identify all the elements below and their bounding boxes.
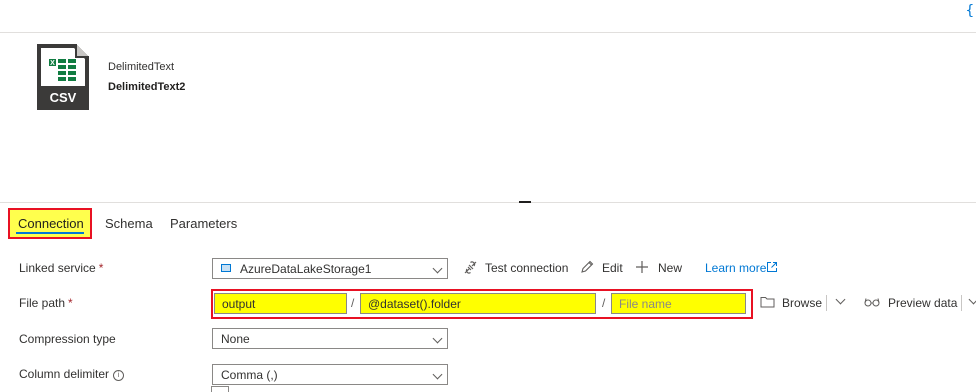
- divider: [961, 295, 962, 311]
- compression-type-dropdown[interactable]: None: [212, 328, 448, 349]
- path-separator: /: [351, 296, 355, 310]
- linked-service-label: Linked service *: [19, 261, 103, 275]
- column-delimiter-dropdown[interactable]: Comma (,): [212, 364, 448, 385]
- dataset-type: DelimitedText: [108, 61, 175, 73]
- panel-splitter: [0, 202, 976, 203]
- compression-type-value: None: [221, 332, 250, 346]
- info-icon[interactable]: i: [113, 370, 125, 381]
- csv-label: CSV: [50, 90, 77, 105]
- compression-type-label: Compression type: [19, 332, 116, 346]
- chevron-down-icon[interactable]: [968, 294, 976, 305]
- linked-service-value: AzureDataLakeStorage1: [240, 262, 372, 276]
- container-input[interactable]: output: [214, 293, 347, 314]
- plug-icon: [464, 261, 477, 274]
- plus-icon: [636, 261, 648, 273]
- tab-parameters[interactable]: Parameters: [170, 216, 237, 231]
- preview-data-button[interactable]: Preview data: [888, 296, 957, 310]
- chevron-down-icon: [432, 263, 443, 274]
- file-path-label: File path *: [19, 296, 73, 310]
- divider: [826, 295, 827, 311]
- file-name-input[interactable]: File name: [611, 293, 746, 314]
- glasses-icon: [864, 298, 880, 307]
- file-path-label-text: File path: [19, 296, 66, 310]
- path-separator: /: [602, 296, 606, 310]
- top-bar: {: [0, 0, 976, 33]
- chevron-down-icon[interactable]: [835, 294, 846, 305]
- linked-service-label-text: Linked service: [19, 261, 96, 275]
- tab-connection[interactable]: Connection: [18, 216, 84, 231]
- learn-more-link[interactable]: Learn more: [705, 261, 766, 275]
- chevron-down-icon: [432, 369, 443, 380]
- pencil-icon: [581, 260, 594, 273]
- external-link-icon: [767, 262, 777, 272]
- directory-input[interactable]: @dataset().folder: [360, 293, 596, 314]
- storage-account-icon: [221, 264, 231, 272]
- dataset-name: DelimitedText2: [108, 81, 186, 93]
- linked-service-dropdown[interactable]: AzureDataLakeStorage1: [212, 258, 448, 279]
- svg-text:X: X: [50, 60, 55, 67]
- checkbox[interactable]: [211, 386, 229, 392]
- tab-schema[interactable]: Schema: [105, 216, 153, 231]
- csv-file-icon: CSV X: [37, 44, 89, 110]
- code-brace-icon[interactable]: {: [966, 3, 974, 19]
- column-delimiter-label-text: Column delimiter: [19, 367, 110, 381]
- required-marker: *: [98, 261, 104, 275]
- browse-button[interactable]: Browse: [782, 296, 822, 310]
- column-delimiter-value: Comma (,): [221, 368, 278, 382]
- chevron-down-icon: [432, 333, 443, 344]
- test-connection-button[interactable]: Test connection: [485, 261, 568, 275]
- splitter-handle[interactable]: [519, 201, 531, 203]
- tab-active-indicator: [16, 232, 84, 234]
- edit-linked-service-button[interactable]: Edit: [602, 261, 623, 275]
- column-delimiter-label: Column delimiter i: [19, 367, 125, 381]
- new-linked-service-button[interactable]: New: [658, 261, 682, 275]
- required-marker: *: [68, 296, 73, 310]
- folder-icon: [760, 297, 775, 308]
